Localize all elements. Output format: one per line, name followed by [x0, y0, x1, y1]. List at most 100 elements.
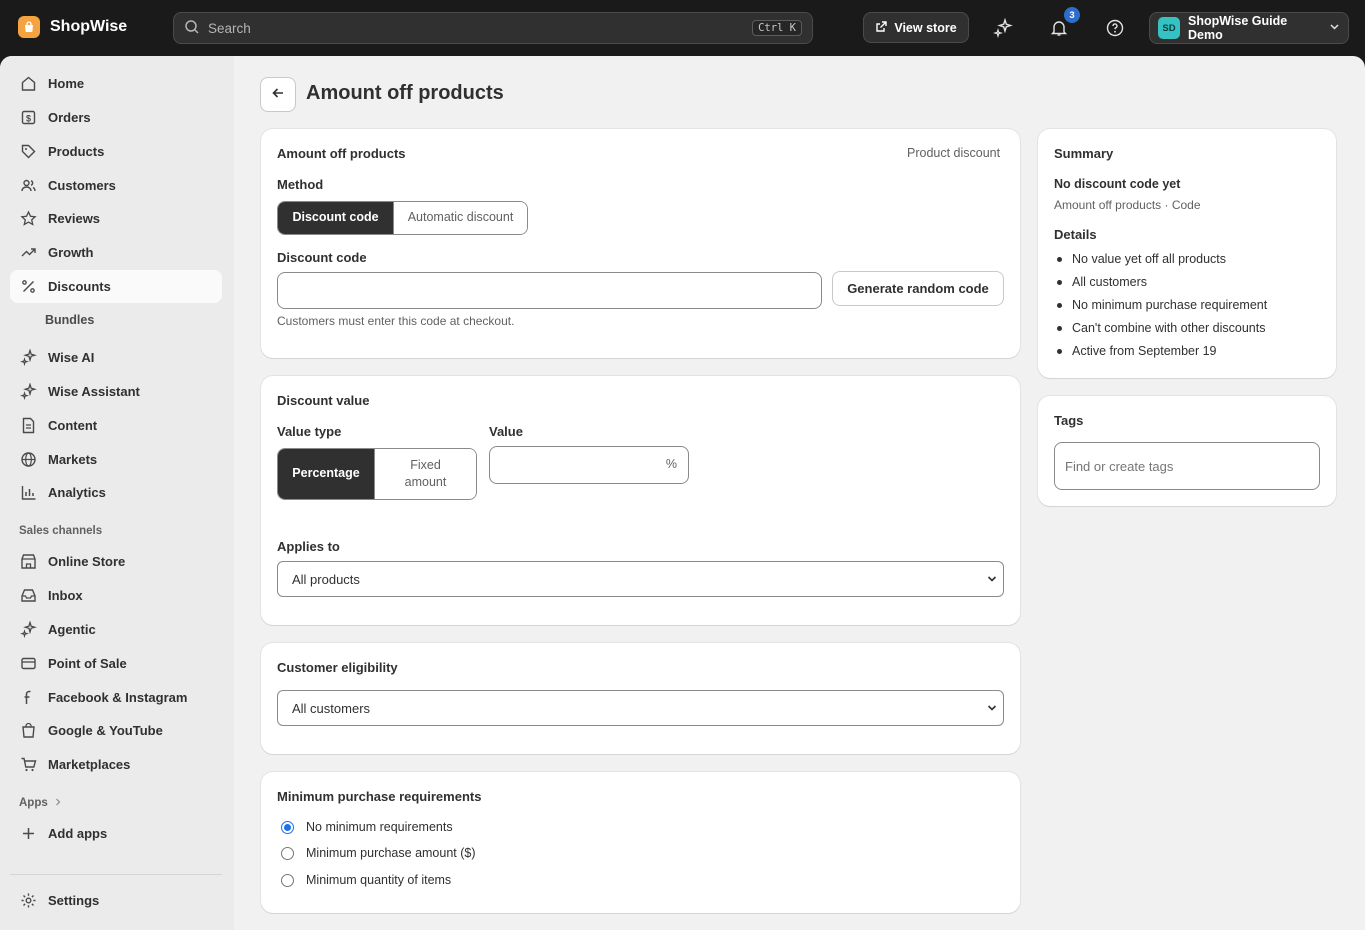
sidebar-item-label: Reviews	[48, 211, 101, 226]
sidebar-item-wise-ai[interactable]: Wise AI	[10, 341, 222, 374]
list-item: No value yet off all products	[1056, 250, 1267, 273]
inbox-icon	[18, 586, 38, 606]
sidebar-item-home[interactable]: Home	[10, 67, 222, 100]
radio-option-minimum-quantity[interactable]: Minimum quantity of items	[281, 873, 451, 887]
value-input[interactable]: %	[489, 446, 689, 484]
view-store-button[interactable]: View store	[863, 12, 969, 43]
radio-button[interactable]	[281, 846, 294, 860]
method-card-title: Amount off products	[277, 146, 406, 161]
radio-option-no-minimum[interactable]: No minimum requirements	[281, 820, 453, 834]
customer-eligibility-select[interactable]: All customers	[277, 690, 1004, 726]
sidebar-item-label: Agentic	[48, 622, 96, 637]
plus-icon	[18, 824, 38, 844]
sidebar-item-discounts[interactable]: Discounts	[10, 270, 222, 303]
list-item: Can't combine with other discounts	[1056, 319, 1267, 342]
sidebar-item-wise-assistant[interactable]: Wise Assistant	[10, 375, 222, 408]
sales-channels-heading[interactable]: Sales channels	[19, 525, 102, 537]
radio-button[interactable]	[281, 873, 294, 887]
chevron-down-icon	[1329, 21, 1340, 35]
generate-random-code-button[interactable]: Generate random code	[832, 271, 1004, 306]
sidebar-item-label: Online Store	[48, 554, 126, 569]
search-placeholder: Search	[208, 20, 251, 36]
orders-icon: $	[18, 108, 38, 128]
sidebar-item-products[interactable]: Products	[10, 135, 222, 168]
tag-icon	[18, 142, 38, 162]
sidebar-item-online-store[interactable]: Online Store	[10, 545, 222, 578]
sidebar-item-content[interactable]: Content	[10, 409, 222, 442]
trend-icon	[18, 243, 38, 263]
discount-code-label: Discount code	[277, 250, 367, 265]
back-button[interactable]	[260, 77, 296, 112]
applies-to-label: Applies to	[277, 539, 340, 554]
main-frame: Home $ Orders Products Customers Reviews…	[0, 56, 1365, 930]
sidebar-item-label: Markets	[48, 452, 98, 467]
sidebar-item-settings[interactable]: Settings	[10, 884, 222, 917]
bar-chart-icon	[18, 483, 38, 503]
percent-icon	[18, 277, 38, 297]
brand-name: ShopWise	[50, 18, 128, 35]
sidebar-item-label: Marketplaces	[48, 757, 131, 772]
search-shortcut: Ctrl K	[752, 20, 802, 36]
method-option-automatic-discount[interactable]: Automatic discount	[393, 202, 527, 234]
radio-label: Minimum purchase amount ($)	[306, 846, 476, 860]
sidebar-item-label: Wise AI	[48, 350, 95, 365]
method-label: Method	[277, 177, 324, 192]
tags-input[interactable]	[1054, 442, 1320, 490]
summary-title: Summary	[1054, 146, 1114, 161]
search-bar[interactable]: Search Ctrl K	[173, 12, 813, 44]
pos-icon	[18, 654, 38, 674]
sidebar-item-marketplaces[interactable]: Marketplaces	[10, 748, 222, 781]
sidebar-item-inbox[interactable]: Inbox	[10, 579, 222, 612]
sidebar-divider	[10, 874, 222, 875]
chevron-down-icon	[987, 701, 997, 716]
sidebar-item-analytics[interactable]: Analytics	[10, 476, 222, 509]
value-type-option-percentage[interactable]: Percentage	[278, 449, 374, 499]
account-menu[interactable]: SD ShopWise Guide Demo	[1149, 12, 1349, 44]
help-icon[interactable]	[1103, 16, 1127, 40]
external-link-icon	[875, 20, 888, 36]
radio-button[interactable]	[281, 820, 294, 834]
sidebar-item-label: Customers	[48, 178, 116, 193]
summary-code-status: No discount code yet	[1054, 177, 1181, 191]
discount-code-help-text: Customers must enter this code at checko…	[277, 314, 515, 328]
sidebar-item-point-of-sale[interactable]: Point of Sale	[10, 647, 222, 680]
gear-icon	[18, 891, 38, 911]
sidebar-item-agentic[interactable]: Agentic	[10, 613, 222, 646]
sidebar-item-growth[interactable]: Growth	[10, 236, 222, 269]
list-item: Active from September 19	[1056, 342, 1267, 365]
customer-eligibility-title: Customer eligibility	[277, 660, 398, 675]
sidebar-item-facebook-instagram[interactable]: Facebook & Instagram	[10, 681, 222, 714]
sidebar-item-reviews[interactable]: Reviews	[10, 202, 222, 235]
sidebar-item-orders[interactable]: $ Orders	[10, 101, 222, 134]
list-item: All customers	[1056, 273, 1267, 296]
brand[interactable]: ShopWise	[18, 16, 127, 38]
avatar: SD	[1158, 17, 1180, 39]
method-option-discount-code[interactable]: Discount code	[278, 202, 393, 234]
cart-icon	[18, 755, 38, 775]
method-segmented-control: Discount code Automatic discount	[277, 201, 528, 235]
sidebar-item-label: Inbox	[48, 588, 83, 603]
radio-option-minimum-amount[interactable]: Minimum purchase amount ($)	[281, 846, 476, 860]
customer-eligibility-value: All customers	[292, 700, 371, 716]
chevron-right-icon	[54, 797, 62, 809]
sidebar-item-label: Products	[48, 144, 105, 159]
sidebar-item-google-youtube[interactable]: Google & YouTube	[10, 714, 222, 747]
summary-details-label: Details	[1054, 227, 1097, 242]
percent-suffix: %	[665, 457, 677, 471]
sparkle-icon[interactable]	[991, 16, 1015, 40]
sidebar-subitem-bundles[interactable]: Bundles	[45, 313, 94, 327]
notification-badge: 3	[1064, 7, 1080, 23]
value-type-option-fixed-amount[interactable]: Fixed amount	[374, 449, 476, 499]
sidebar-item-label: Analytics	[48, 485, 106, 500]
sidebar-item-add-apps[interactable]: Add apps	[10, 817, 222, 850]
sidebar-item-markets[interactable]: Markets	[10, 443, 222, 476]
value-type-label: Value type	[277, 424, 342, 439]
sparkle-icon	[18, 348, 38, 368]
tags-title: Tags	[1054, 413, 1084, 428]
sidebar-item-customers[interactable]: Customers	[10, 169, 222, 202]
discount-code-input[interactable]	[277, 272, 822, 309]
applies-to-select[interactable]: All products	[277, 561, 1004, 597]
discount-value-title: Discount value	[277, 393, 370, 408]
minimum-purchase-title: Minimum purchase requirements	[277, 789, 482, 804]
apps-heading[interactable]: Apps	[19, 797, 62, 809]
